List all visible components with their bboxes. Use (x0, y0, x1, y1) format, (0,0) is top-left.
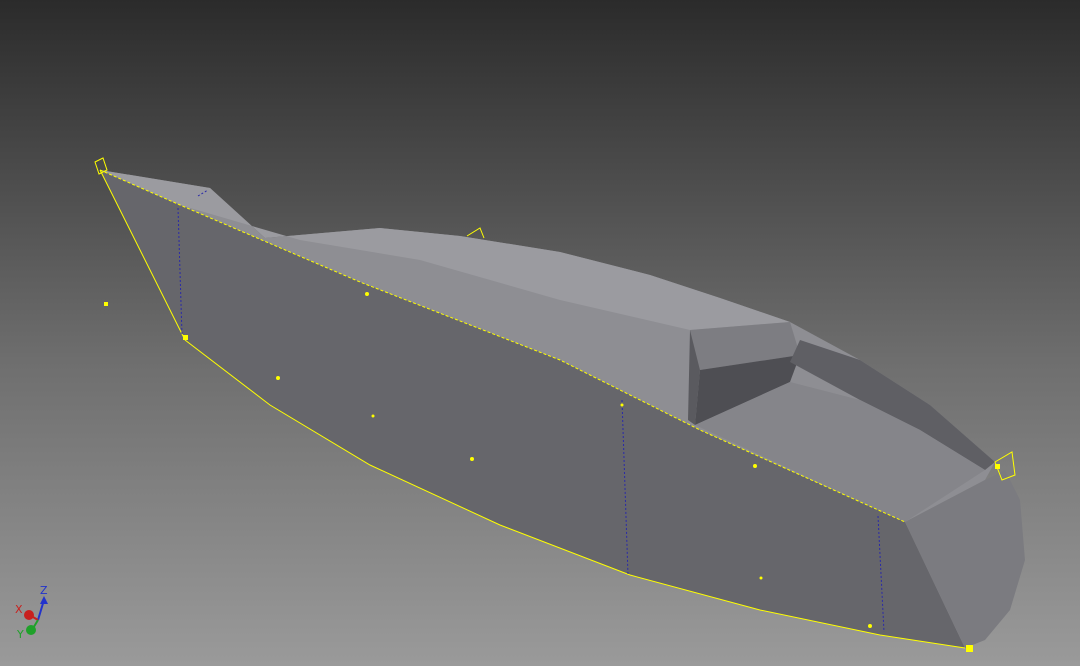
point-4[interactable] (371, 414, 375, 418)
point-7[interactable] (620, 403, 624, 407)
axis-triad[interactable]: Z X Y (15, 584, 48, 641)
x-axis-label: X (15, 603, 23, 616)
y-axis-label: Y (16, 628, 24, 641)
point-2[interactable] (183, 335, 188, 340)
3d-viewport[interactable]: Z X Y (0, 0, 1080, 666)
model-canvas[interactable]: Z X Y (0, 0, 1080, 666)
y-axis-arrow (26, 625, 36, 635)
point-12[interactable] (995, 464, 1000, 469)
x-axis-arrow (24, 610, 34, 620)
boat-hull-model[interactable] (94, 157, 1025, 652)
mid-marker (466, 227, 485, 239)
z-axis-arrow (40, 596, 48, 604)
z-axis-label: Z (40, 584, 48, 597)
point-3[interactable] (276, 376, 280, 380)
point-10[interactable] (868, 624, 872, 628)
point-8[interactable] (753, 464, 757, 468)
point-6[interactable] (365, 292, 369, 296)
point-9[interactable] (759, 576, 763, 580)
point-1[interactable] (104, 302, 108, 306)
point-11[interactable] (966, 645, 973, 652)
point-5[interactable] (470, 457, 474, 461)
